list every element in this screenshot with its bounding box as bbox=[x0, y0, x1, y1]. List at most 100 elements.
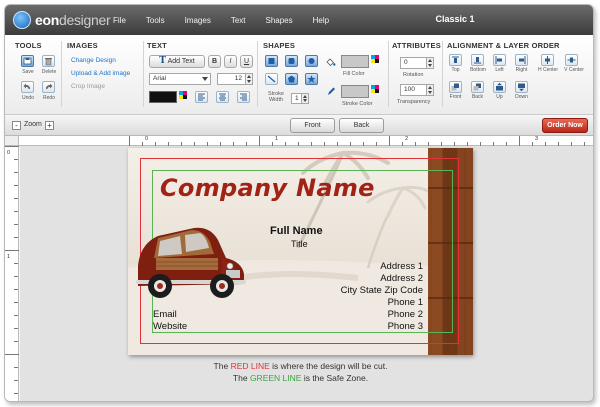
star-shape-button[interactable] bbox=[305, 73, 318, 85]
phone-2-text[interactable]: Phone 2 bbox=[388, 309, 423, 320]
phone-1-text[interactable]: Phone 1 bbox=[388, 297, 423, 308]
zoom-in-button[interactable]: + bbox=[45, 121, 54, 130]
align-left-layer-button[interactable] bbox=[493, 54, 506, 66]
stroke-color-picker-icon[interactable] bbox=[371, 85, 379, 93]
trash-icon bbox=[45, 58, 52, 66]
order-now-button[interactable]: Order Now bbox=[542, 118, 588, 133]
upload-image-link[interactable]: Upload & Add image bbox=[71, 70, 130, 77]
bring-front-icon bbox=[451, 83, 459, 91]
transparency-stepper[interactable]: 100 bbox=[400, 84, 434, 96]
fill-color-swatch[interactable] bbox=[341, 55, 369, 68]
ruler-tick bbox=[259, 136, 260, 146]
font-select[interactable]: Arial bbox=[149, 73, 211, 85]
ruler-tick bbox=[14, 185, 18, 186]
stroke-width-stepper[interactable]: 1 bbox=[291, 93, 309, 104]
pentagon-shape-button[interactable] bbox=[285, 73, 298, 85]
stepper-arrows-icon[interactable] bbox=[426, 85, 433, 95]
separator bbox=[61, 41, 62, 107]
save-label: Save bbox=[22, 69, 34, 75]
front-side-button[interactable]: Front bbox=[290, 118, 335, 133]
menu-bar: eondesigner File Tools Images Text Shape… bbox=[5, 5, 593, 35]
crop-image-link[interactable]: Crop Image bbox=[71, 83, 105, 90]
align-right-button[interactable] bbox=[237, 91, 250, 103]
zoom-bar: - Zoom + Front Back Order Now bbox=[5, 116, 593, 136]
chevron-down-icon bbox=[202, 77, 208, 81]
ruler-tick bbox=[14, 276, 18, 277]
h-center-button[interactable] bbox=[541, 54, 554, 66]
zoom-out-button[interactable]: - bbox=[12, 121, 21, 130]
h-center-label: H Center bbox=[537, 67, 558, 73]
color-picker-icon[interactable] bbox=[179, 91, 187, 99]
stepper-arrows-icon[interactable] bbox=[301, 94, 308, 103]
align-top-button[interactable] bbox=[449, 54, 462, 66]
separator bbox=[143, 41, 144, 107]
stepper-arrows-icon[interactable] bbox=[426, 58, 433, 68]
email-text[interactable]: Email bbox=[153, 309, 177, 320]
save-button[interactable] bbox=[21, 55, 34, 67]
menu-text[interactable]: Text bbox=[231, 16, 246, 25]
company-name-text[interactable]: Company Name bbox=[160, 174, 375, 202]
menu-file[interactable]: File bbox=[113, 16, 126, 25]
rectangle-shape-button[interactable] bbox=[265, 55, 278, 67]
move-down-button[interactable] bbox=[515, 81, 528, 93]
vintage-car-image[interactable] bbox=[130, 214, 248, 306]
title-text[interactable]: Title bbox=[291, 239, 308, 249]
ruler-tick bbox=[389, 136, 390, 146]
back-side-button[interactable]: Back bbox=[339, 118, 384, 133]
font-size-stepper[interactable]: 12 bbox=[217, 73, 253, 85]
ruler-tick bbox=[14, 380, 18, 381]
align-right-layer-button[interactable] bbox=[515, 54, 528, 66]
italic-button[interactable]: I bbox=[224, 55, 237, 68]
city-state-zip-text[interactable]: City State Zip Code bbox=[341, 285, 423, 296]
align-left-label: Left bbox=[495, 67, 504, 73]
full-name-text[interactable]: Full Name bbox=[270, 225, 323, 237]
align-bottom-button[interactable] bbox=[471, 54, 484, 66]
menu-help[interactable]: Help bbox=[313, 16, 329, 25]
logo-light: designer bbox=[59, 12, 111, 28]
align-center-button[interactable] bbox=[216, 91, 229, 103]
v-center-button[interactable] bbox=[565, 54, 578, 66]
rotation-stepper[interactable]: 0 bbox=[400, 57, 434, 69]
red-line-label: RED LINE bbox=[230, 361, 270, 371]
align-left-edge-icon bbox=[495, 56, 502, 64]
redo-button[interactable] bbox=[42, 81, 55, 93]
ruler-tick bbox=[519, 136, 520, 146]
send-back-button[interactable] bbox=[471, 81, 484, 93]
text-color-swatch[interactable] bbox=[149, 91, 177, 103]
stroke-color-swatch[interactable] bbox=[341, 85, 369, 98]
website-text[interactable]: Website bbox=[153, 321, 187, 332]
phone-3-text[interactable]: Phone 3 bbox=[388, 321, 423, 332]
change-design-link[interactable]: Change Design bbox=[71, 57, 116, 64]
address-2-text[interactable]: Address 2 bbox=[380, 273, 423, 284]
delete-label: Delete bbox=[41, 69, 57, 75]
undo-button[interactable] bbox=[21, 81, 34, 93]
pen-icon bbox=[328, 87, 335, 95]
app-logo: eondesigner bbox=[13, 11, 111, 29]
add-text-button[interactable]: T Add Text bbox=[149, 55, 205, 68]
address-1-text[interactable]: Address 1 bbox=[380, 261, 423, 272]
stepper-arrows-icon[interactable] bbox=[245, 74, 252, 84]
fill-color-picker-icon[interactable] bbox=[371, 55, 379, 63]
business-card-canvas[interactable]: Company Name Full Name Title Address 1 A… bbox=[128, 148, 473, 355]
ruler-tick bbox=[14, 263, 18, 264]
underline-button[interactable]: U bbox=[240, 55, 253, 68]
align-left-button[interactable] bbox=[195, 91, 208, 103]
document-title: Classic 1 bbox=[435, 14, 475, 24]
rounded-rect-shape-button[interactable] bbox=[285, 55, 298, 67]
line-shape-button[interactable] bbox=[265, 73, 278, 85]
circle-shape-button[interactable] bbox=[305, 55, 318, 67]
transparency-label: Transparency bbox=[397, 99, 431, 105]
menu-tools[interactable]: Tools bbox=[146, 16, 165, 25]
move-up-button[interactable] bbox=[493, 81, 506, 93]
bold-button[interactable]: B bbox=[208, 55, 221, 68]
bring-front-button[interactable] bbox=[449, 81, 462, 93]
font-size-value: 12 bbox=[234, 75, 242, 82]
delete-button[interactable] bbox=[42, 55, 55, 67]
redo-icon bbox=[46, 83, 53, 89]
menu-shapes[interactable]: Shapes bbox=[265, 16, 292, 25]
eon-logo-icon bbox=[13, 11, 31, 29]
align-right-icon bbox=[240, 93, 247, 101]
menu-images[interactable]: Images bbox=[185, 16, 211, 25]
images-group: IMAGES Change Design Upload & Add image … bbox=[67, 41, 142, 111]
diagonal-line-icon bbox=[267, 75, 276, 83]
